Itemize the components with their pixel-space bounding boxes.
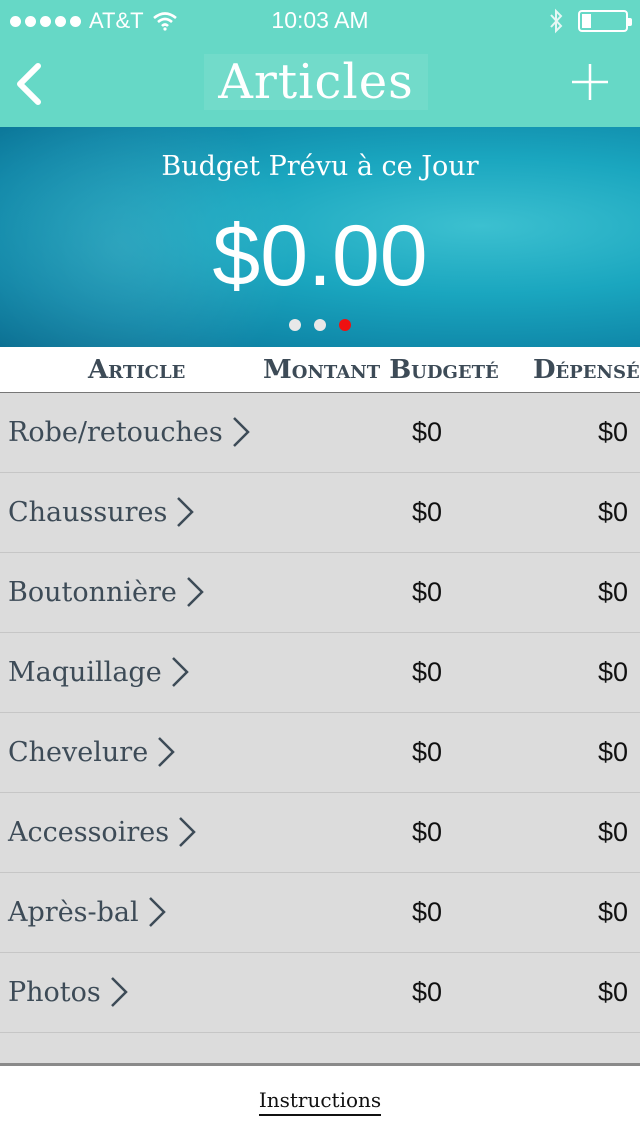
table-row[interactable]: Boutonnière $0 $0 — [0, 553, 640, 633]
page-indicator[interactable] — [0, 319, 640, 331]
chevron-right-icon — [232, 417, 250, 447]
footer: Instructions — [0, 1063, 640, 1136]
row-budget: $0 — [412, 737, 443, 767]
row-budget: $0 — [412, 657, 443, 687]
row-spent: $0 — [597, 497, 628, 527]
articles-list[interactable]: Robe/retouches $0 $0 Chaussures $0 $0 Bo… — [0, 393, 640, 1063]
table-row[interactable]: Accessoires $0 $0 — [0, 793, 640, 873]
status-bar: AT&T 10:03 AM — [0, 0, 640, 40]
table-row[interactable]: Chaussures $0 $0 — [0, 473, 640, 553]
chevron-right-icon — [148, 897, 166, 927]
back-button[interactable] — [12, 60, 52, 110]
table-row[interactable]: Chevelure $0 $0 — [0, 713, 640, 793]
row-label: Photos — [8, 976, 101, 1008]
row-spent: $0 — [597, 577, 628, 607]
chevron-left-icon — [17, 63, 41, 105]
row-spent: $0 — [597, 737, 628, 767]
row-budget: $0 — [412, 817, 443, 847]
battery-icon — [578, 10, 632, 32]
page-dot-3-active[interactable] — [339, 319, 351, 331]
page-dot-2[interactable] — [314, 319, 326, 331]
chevron-right-icon — [171, 657, 189, 687]
row-label: Maquillage — [8, 656, 162, 688]
row-budget: $0 — [412, 977, 443, 1007]
chevron-right-icon — [110, 977, 128, 1007]
row-label: Chaussures — [8, 496, 168, 528]
page-title: Articles — [204, 54, 428, 110]
row-label: Robe/retouches — [8, 416, 223, 448]
page-dot-1[interactable] — [289, 319, 301, 331]
table-row[interactable]: Maquillage $0 $0 — [0, 633, 640, 713]
instructions-link[interactable]: Instructions — [258, 1088, 382, 1116]
row-budget: $0 — [412, 897, 443, 927]
plus-icon — [572, 64, 608, 100]
row-spent: $0 — [597, 817, 628, 847]
clock: 10:03 AM — [271, 7, 369, 33]
chevron-right-icon — [177, 497, 195, 527]
table-row[interactable]: Photos $0 $0 — [0, 953, 640, 1033]
chevron-right-icon — [186, 577, 204, 607]
row-spent: $0 — [597, 657, 628, 687]
budget-amount: $0.00 — [212, 208, 428, 304]
budget-banner[interactable]: Budget Prévu à ce Jour $0.00 — [0, 127, 640, 347]
header-article: Article — [88, 355, 186, 385]
nav-bar: AT&T 10:03 AM Articles — [0, 0, 640, 127]
row-budget: $0 — [412, 497, 443, 527]
row-budget: $0 — [412, 417, 443, 447]
bluetooth-icon — [550, 8, 563, 34]
status-right — [548, 8, 632, 34]
row-spent: $0 — [597, 897, 628, 927]
add-button[interactable] — [570, 62, 610, 102]
chevron-right-icon — [158, 737, 175, 767]
table-row[interactable]: Robe/retouches $0 $0 — [0, 393, 640, 473]
header-spent: Dépensé — [533, 355, 640, 385]
row-spent: $0 — [597, 417, 628, 447]
row-label: Accessoires — [8, 816, 170, 848]
table-row[interactable]: Après-bal $0 $0 — [0, 873, 640, 953]
chevron-right-icon — [179, 817, 196, 847]
table-header: Article Montant Budgeté Dépensé — [0, 347, 640, 393]
header-budget: Montant Budgeté — [263, 355, 499, 385]
row-label: Chevelure — [8, 736, 149, 768]
row-label: Après-bal — [8, 896, 139, 928]
budget-subtitle: Budget Prévu à ce Jour — [161, 151, 479, 182]
row-budget: $0 — [412, 577, 443, 607]
row-spent: $0 — [597, 977, 628, 1007]
row-label: Boutonnière — [8, 576, 177, 608]
